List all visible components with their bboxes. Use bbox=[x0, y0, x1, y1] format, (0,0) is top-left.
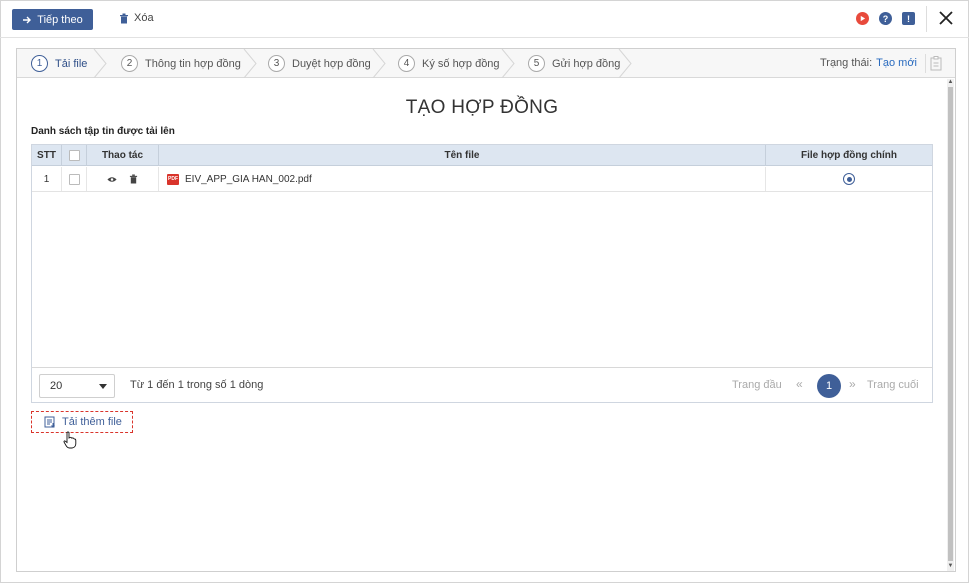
step-wizard: 1 Tải file 2 Thông tin hợp đồng 3 Duyệt … bbox=[17, 49, 955, 78]
step-label: Ký số hợp đồng bbox=[422, 57, 500, 70]
step-number: 4 bbox=[398, 55, 415, 72]
pdf-icon: PDF bbox=[167, 173, 179, 185]
header-filename: Tên file bbox=[159, 145, 766, 166]
row-stt: 1 bbox=[32, 167, 62, 191]
close-icon[interactable] bbox=[938, 10, 954, 26]
step-upload-file[interactable]: 1 Tải file bbox=[31, 49, 87, 78]
prev-page-icon[interactable]: « bbox=[796, 377, 803, 391]
header-select-all bbox=[62, 145, 87, 166]
scrollbar-thumb[interactable] bbox=[948, 87, 953, 561]
status-value: Tạo mới bbox=[876, 57, 917, 69]
trash-icon[interactable] bbox=[129, 174, 138, 184]
file-list-label: Danh sách tập tin được tải lên bbox=[31, 126, 175, 137]
first-page-link[interactable]: Trang đầu bbox=[732, 379, 782, 391]
row-actions bbox=[87, 167, 159, 191]
row-checkbox[interactable] bbox=[68, 173, 80, 185]
main-file-radio[interactable] bbox=[843, 173, 855, 185]
step-approve-contract[interactable]: 3 Duyệt hợp đồng bbox=[268, 49, 371, 78]
row-filename-cell: PDF EIV_APP_GIA HAN_002.pdf bbox=[159, 167, 766, 191]
step-label: Tải file bbox=[55, 57, 88, 70]
step-label: Duyệt hợp đồng bbox=[292, 57, 371, 70]
next-page-icon[interactable]: » bbox=[849, 377, 856, 391]
main-panel: 1 Tải file 2 Thông tin hợp đồng 3 Duyệt … bbox=[16, 48, 956, 572]
row-filename[interactable]: EIV_APP_GIA HAN_002.pdf bbox=[185, 174, 312, 185]
step-separator-icon bbox=[93, 49, 107, 78]
step-number: 2 bbox=[121, 55, 138, 72]
delete-button-label: Xóa bbox=[134, 12, 154, 24]
step-label: Thông tin hợp đồng bbox=[145, 57, 241, 70]
toolbar-divider bbox=[926, 6, 927, 32]
chevron-down-icon bbox=[99, 384, 107, 389]
step-separator-icon bbox=[618, 49, 632, 78]
page-title: TẠO HỢP ĐỒNG bbox=[405, 97, 559, 118]
scroll-up-icon[interactable]: ▲ bbox=[947, 79, 954, 86]
pagination-bar: 20 Từ 1 đến 1 trong số 1 dòng Trang đầu … bbox=[31, 367, 933, 403]
step-send-contract[interactable]: 5 Gửi hợp đồng bbox=[528, 49, 620, 78]
add-file-label: Tải thêm file bbox=[62, 416, 122, 428]
next-button[interactable]: Tiếp theo bbox=[12, 9, 93, 30]
header-main-file: File hợp đồng chính bbox=[801, 150, 897, 161]
header-actions: Thao tác bbox=[87, 145, 159, 166]
upload-file-icon bbox=[44, 416, 55, 428]
page-size-value: 20 bbox=[50, 380, 63, 392]
current-page-button[interactable]: 1 bbox=[817, 374, 841, 398]
video-play-icon[interactable] bbox=[856, 12, 869, 25]
feedback-icon[interactable]: ! bbox=[902, 12, 915, 25]
eye-icon[interactable] bbox=[107, 176, 117, 183]
delete-button[interactable]: Xóa bbox=[119, 12, 154, 24]
scroll-down-icon[interactable]: ▼ bbox=[947, 563, 954, 570]
page-size-select[interactable]: 20 bbox=[39, 374, 115, 398]
select-all-checkbox[interactable] bbox=[68, 150, 80, 161]
last-page-link[interactable]: Trang cuối bbox=[867, 379, 919, 391]
step-number: 1 bbox=[31, 55, 48, 72]
status-label: Trạng thái: bbox=[819, 57, 873, 69]
next-button-label: Tiếp theo bbox=[37, 13, 83, 26]
step-label: Gửi hợp đồng bbox=[552, 57, 621, 70]
row-select-cell bbox=[62, 167, 87, 191]
header-stt: STT bbox=[32, 145, 62, 166]
history-icon[interactable] bbox=[925, 54, 945, 73]
table-row[interactable]: 1 PDF EIV_APP_GIA HAN_002.pdf bbox=[32, 167, 932, 192]
step-separator-icon bbox=[372, 49, 386, 78]
trash-icon bbox=[120, 13, 128, 23]
top-toolbar: Tiếp theo Xóa ? ! bbox=[0, 0, 969, 38]
range-text: Từ 1 đến 1 trong số 1 dòng bbox=[130, 379, 264, 391]
arrow-right-icon bbox=[23, 16, 32, 23]
step-contract-info[interactable]: 2 Thông tin hợp đồng bbox=[121, 49, 241, 78]
table-header: STT Thao tác Tên file File hợp đồng chín… bbox=[32, 145, 932, 166]
status-indicator: Trạng thái: Tạo mới bbox=[820, 57, 917, 69]
step-number: 5 bbox=[528, 55, 545, 72]
help-icon[interactable]: ? bbox=[879, 12, 892, 25]
file-table: STT Thao tác Tên file File hợp đồng chín… bbox=[31, 144, 933, 402]
step-separator-icon bbox=[243, 49, 257, 78]
hand-cursor-icon bbox=[63, 431, 77, 449]
step-sign-contract[interactable]: 4 Ký số hợp đồng bbox=[398, 49, 500, 78]
step-number: 3 bbox=[268, 55, 285, 72]
step-separator-icon bbox=[501, 49, 515, 78]
add-file-button[interactable]: Tải thêm file bbox=[31, 411, 133, 433]
row-main-file-cell bbox=[766, 167, 932, 191]
